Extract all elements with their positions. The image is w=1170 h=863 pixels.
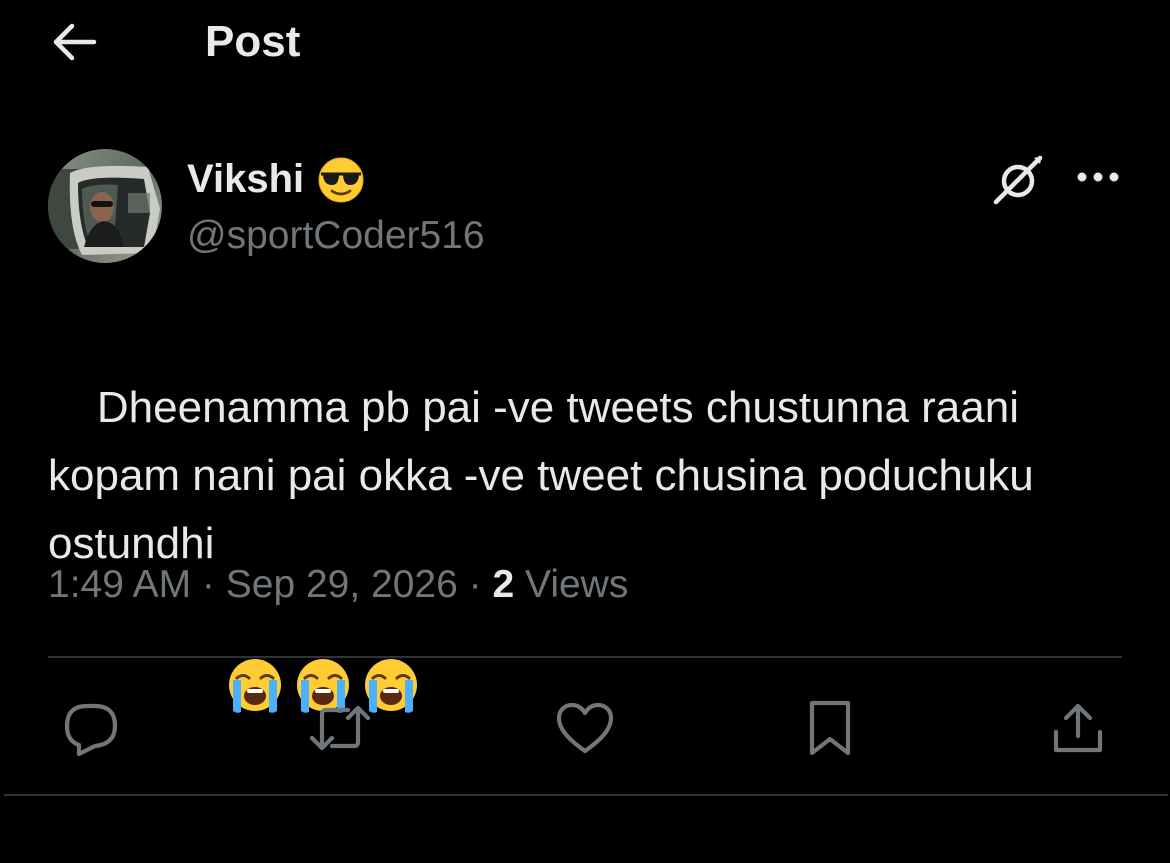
arrow-left-icon <box>53 23 97 61</box>
divider <box>48 656 1122 658</box>
bookmark-icon <box>809 700 851 756</box>
more-options-button[interactable] <box>1070 155 1126 199</box>
avatar[interactable] <box>48 149 162 263</box>
reply-button[interactable] <box>59 696 123 760</box>
views-label: Views <box>514 563 629 606</box>
meta-separator: · <box>191 563 226 606</box>
bottom-divider <box>4 794 1168 796</box>
post-screen: Post Vikshi @sportCoder516 Dheenamma pb … <box>0 0 1170 863</box>
sunglasses-emoji-icon <box>316 154 366 204</box>
display-name-row[interactable]: Vikshi <box>187 154 366 204</box>
more-dots-icon <box>1077 172 1119 182</box>
reply-icon <box>64 703 118 756</box>
post-body: Dheenamma pb pai -ve tweets chustunna ra… <box>48 383 1046 568</box>
display-name: Vikshi <box>187 157 305 201</box>
repost-icon <box>309 705 371 751</box>
bookmark-button[interactable] <box>798 696 862 760</box>
page-title: Post <box>205 17 301 66</box>
post-meta: 1:49 AM · Sep 29, 2026 · 2 Views <box>48 560 628 610</box>
post-date[interactable]: Sep 29, 2026 <box>226 563 458 606</box>
share-button[interactable] <box>1046 696 1110 760</box>
post-time[interactable]: 1:49 AM <box>48 563 191 606</box>
share-icon <box>1053 703 1103 753</box>
meta-separator: · <box>457 563 493 606</box>
grok-icon <box>993 155 1043 205</box>
grok-button[interactable] <box>988 150 1048 210</box>
like-button[interactable] <box>553 696 617 760</box>
avatar-image <box>48 149 162 263</box>
user-handle[interactable]: @sportCoder516 <box>187 212 485 260</box>
views-count[interactable]: 2 <box>492 563 514 606</box>
header: Post <box>0 0 1170 90</box>
heart-icon <box>556 702 614 754</box>
back-button[interactable] <box>44 18 104 66</box>
repost-button[interactable] <box>308 696 372 760</box>
